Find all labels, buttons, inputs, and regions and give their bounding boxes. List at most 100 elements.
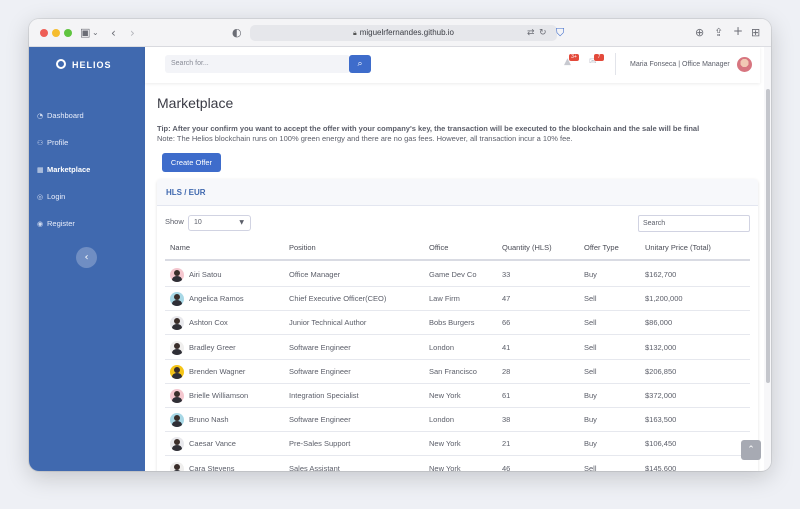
page-scrollbar-thumb[interactable] [766,89,770,383]
brand-logo[interactable]: HELIOS [56,57,112,73]
table-row[interactable]: Angelica Ramos Chief Executive Officer(CE… [165,287,750,312]
sidebar-item-login[interactable]: ◎ Login [37,188,137,206]
cell-office: London [429,415,455,425]
avatar-body [172,397,182,403]
sidebar-item-label: Dashboard [47,111,84,120]
card-header: HLS / EUR [157,179,758,206]
table-icon: ▦ [37,166,44,174]
sun-icon [56,59,66,69]
reload-icon[interactable]: ↻ [539,26,547,40]
table-row[interactable]: Airi Satou Office Manager Game Dev Co 33 Buy… [165,263,750,287]
cell-name: Angelica Ramos [189,294,244,304]
cell-unitary-price: $106,450 [645,439,677,449]
privacy-shield-icon[interactable]: ◐ [232,26,242,40]
avatar [170,268,184,282]
page-size-value: 10 [194,219,202,226]
table-header: Name Position Office Quantity (HLS) Offe… [165,235,750,261]
column-header-position[interactable]: Position [289,235,316,261]
sidebar-item-label: Marketplace [47,165,91,174]
chevron-left-icon: ‹ [84,252,89,263]
translate-icon[interactable]: ⇄ [527,26,535,40]
browser-toolbar: ▣ ⌄ ‹ › ◐ 🔒︎ miguelrfernandes.github.io ⇄… [29,19,771,47]
extension-shield-icon[interactable]: ⛉ [556,26,564,40]
offers-card: HLS / EUR Show 10 ▼ Search Name Position… [157,179,758,471]
cell-position: Integration Specialist [289,391,359,400]
address-bar[interactable]: 🔒︎ miguelrfernandes.github.io [250,25,557,41]
back-icon[interactable]: ‹ [111,26,116,40]
alerts-bell-icon[interactable]: ▲ 3+ [564,54,580,71]
tip-text: Tip: After your confirm you want to acce… [157,124,700,133]
scroll-to-top-button[interactable]: ⌃ [741,440,761,460]
cell-unitary-price: $132,000 [645,342,677,352]
avatar-body [172,324,182,331]
column-header-offer-type[interactable]: Offer Type [584,235,619,261]
cell-position: Sales Assistant [289,463,340,471]
chevron-down-icon[interactable]: ⌄ [92,26,99,40]
column-header-name[interactable]: Name [170,235,190,261]
cell-quantity: 38 [502,415,511,425]
table-row[interactable]: Brielle Williamson Integration Specialist… [165,384,750,408]
zoom-window-button[interactable] [64,29,72,37]
avatar[interactable] [737,57,752,72]
note-text: Note: The Helios blockchain runs on 100%… [157,134,573,143]
column-header-unitary-price[interactable]: Unitary Price (Total) [645,235,711,261]
avatar-head [174,342,180,349]
download-icon[interactable]: ⊕ [695,26,704,40]
share-icon[interactable]: ⇪ [714,26,723,40]
user-name[interactable]: Maria Fonseca | Office Manager [630,47,730,83]
minimize-window-button[interactable] [52,29,60,37]
search-button[interactable]: ⌕ [349,55,371,73]
cell-unitary-price: $163,500 [645,415,677,425]
table-row[interactable]: Ashton Cox Junior Technical Author Bobs Bu… [165,311,750,336]
cell-office: New York [429,463,461,471]
new-tab-icon[interactable]: + [733,24,743,38]
cell-name: Brielle Williamson [189,391,249,400]
cell-unitary-price: $162,700 [645,270,677,279]
table-row[interactable]: Brenden Wagner Software Engineer San Franc… [165,360,750,384]
column-header-office[interactable]: Office [429,235,448,261]
avatar-body [172,348,182,355]
cell-quantity: 41 [502,342,511,352]
table-row[interactable]: Bruno Nash Software Engineer London 38 Buy $1… [165,408,750,433]
avatar-body [172,469,182,471]
alerts-badge: 3+ [569,54,579,61]
table-search-input[interactable]: Search [638,215,750,232]
sidebar-collapse-button[interactable]: ‹ [76,247,97,268]
avatar [170,437,184,452]
create-offer-button[interactable]: Create Offer [162,153,221,172]
sidebar-toggle-icon[interactable]: ▣ [80,26,90,40]
table-row[interactable]: Bradley Greer Software Engineer London 41 Se… [165,336,750,360]
column-header-quantity[interactable]: Quantity (HLS) [502,235,552,261]
table-row[interactable]: Caesar Vance Pre-Sales Support New York 21 B… [165,432,750,457]
cell-quantity: 33 [502,270,511,279]
sidebar-item-marketplace[interactable]: ▦ Marketplace [37,161,137,179]
cell-position: Office Manager [289,270,341,279]
brand-name: HELIOS [72,60,112,70]
cell-offer-type: Sell [584,366,597,376]
cell-offer-type: Buy [584,391,597,400]
page-size-select[interactable]: 10 ▼ [188,215,251,231]
table-row[interactable]: Cara Stevens Sales Assistant New York 46 Sel… [165,457,750,471]
sidebar-item-label: Profile [47,138,69,147]
search-input[interactable]: Search for... [165,55,350,73]
show-label: Show [165,217,184,226]
avatar-body [172,300,182,307]
avatar-body [172,276,182,282]
cell-quantity: 61 [502,391,511,400]
forward-icon[interactable]: › [130,26,135,40]
cell-name: Caesar Vance [189,439,236,449]
avatar-body [172,372,182,379]
cell-unitary-price: $1,200,000 [645,294,683,304]
messages-envelope-icon[interactable]: ✉ 7 [589,54,605,71]
sidebar: HELIOS ◔ Dashboard ⚇ Profile ▦ Marketplace … [29,47,145,471]
sidebar-item-dashboard[interactable]: ◔ Dashboard [37,107,137,125]
sidebar-item-profile[interactable]: ⚇ Profile [37,134,137,152]
cell-offer-type: Sell [584,463,597,471]
topbar-divider [615,53,616,75]
cell-office: New York [429,391,461,400]
cell-offer-type: Sell [584,294,597,304]
close-window-button[interactable] [40,29,48,37]
cell-name: Bradley Greer [189,342,236,352]
tab-overview-icon[interactable]: ⊞ [751,26,760,40]
sidebar-item-register[interactable]: ◉ Register [37,215,137,233]
